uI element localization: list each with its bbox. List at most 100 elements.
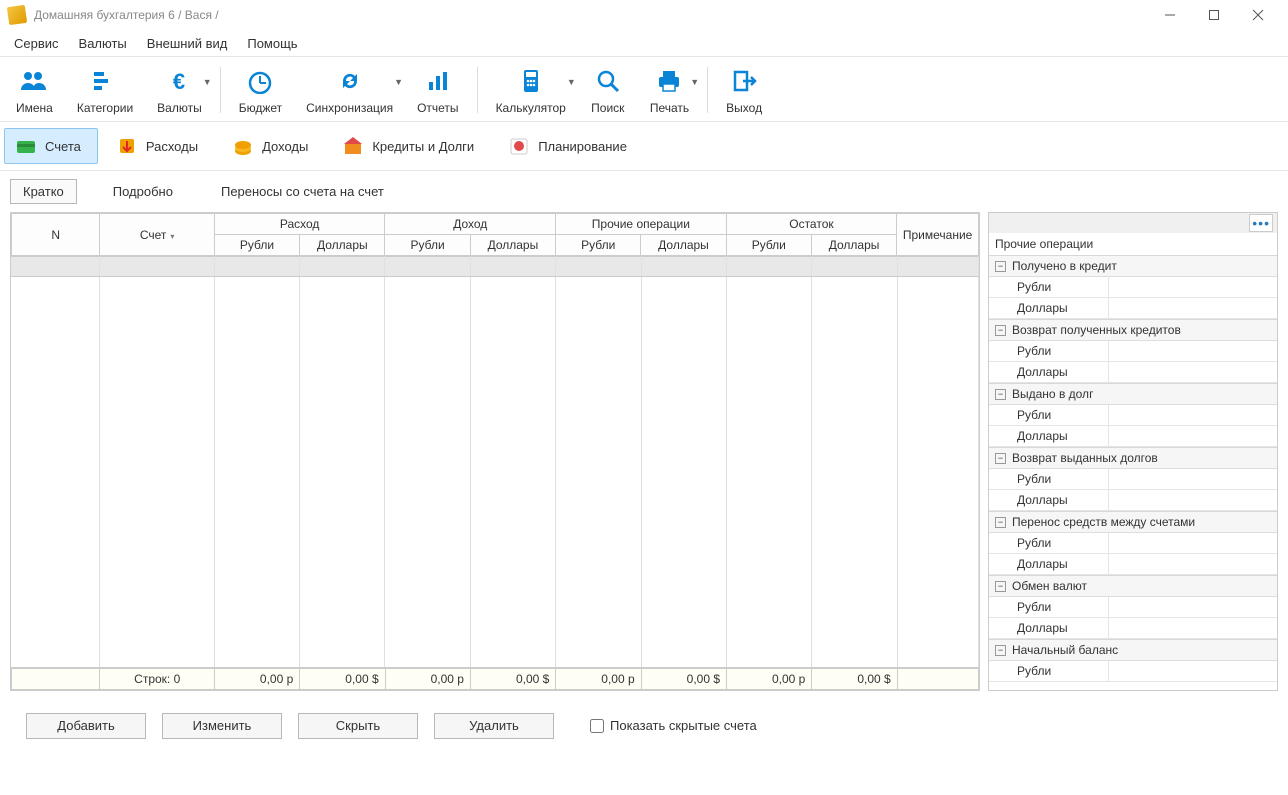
names-icon — [18, 65, 50, 97]
side-group-3[interactable]: −Возврат выданных долгов — [989, 448, 1277, 469]
income-icon — [232, 135, 254, 157]
side-row[interactable]: Доллары — [989, 618, 1277, 639]
toolbar-categories-button[interactable]: Категории — [65, 63, 145, 117]
collapse-icon[interactable]: − — [995, 517, 1006, 528]
calculator-icon — [515, 65, 547, 97]
section-planning[interactable]: Планирование — [498, 129, 643, 163]
side-row[interactable]: Доллары — [989, 426, 1277, 447]
toolbar-exit-button[interactable]: Выход — [714, 63, 774, 117]
menubar: СервисВалютыВнешний видПомощь — [0, 30, 1288, 56]
subcol-4[interactable]: Рубли — [556, 235, 641, 256]
col-expense[interactable]: Расход — [214, 214, 385, 235]
collapse-icon[interactable]: − — [995, 581, 1006, 592]
side-row[interactable]: Рубли — [989, 661, 1277, 682]
section-income[interactable]: Доходы — [222, 129, 324, 163]
footer-val-1: 0,00 $ — [300, 668, 385, 689]
toolbar-print-button[interactable]: Печать▼ — [638, 63, 701, 117]
footer-rows-label: Строк: 0 — [100, 668, 214, 689]
side-row[interactable]: Рубли — [989, 597, 1277, 618]
subcol-6[interactable]: Рубли — [726, 235, 811, 256]
subtab-transfers[interactable]: Переносы со счета на счет — [209, 180, 396, 203]
collapse-icon[interactable]: − — [995, 325, 1006, 336]
toolbar-budget-button[interactable]: Бюджет — [227, 63, 294, 117]
sections-nav: СчетаРасходыДоходыКредиты и ДолгиПланиро… — [0, 122, 1288, 171]
svg-text:€: € — [173, 69, 185, 94]
section-expenses[interactable]: Расходы — [106, 129, 214, 163]
col-account[interactable]: Счет▾ — [100, 214, 214, 256]
col-other[interactable]: Прочие операции — [556, 214, 727, 235]
col-income[interactable]: Доход — [385, 214, 556, 235]
print-icon — [653, 65, 685, 97]
col-n[interactable]: N — [12, 214, 100, 256]
side-group-4[interactable]: −Перенос средств между счетами — [989, 512, 1277, 533]
col-balance[interactable]: Остаток — [726, 214, 897, 235]
categories-icon — [89, 65, 121, 97]
toolbar-names-button[interactable]: Имена — [4, 63, 65, 117]
exit-icon — [728, 65, 760, 97]
show-hidden-checkbox[interactable]: Показать скрытые счета — [590, 718, 757, 733]
side-group-6[interactable]: −Начальный баланс — [989, 640, 1277, 661]
subcol-2[interactable]: Рубли — [385, 235, 470, 256]
side-row[interactable]: Доллары — [989, 298, 1277, 319]
menu-3[interactable]: Помощь — [237, 32, 307, 55]
panel-options-icon[interactable]: ••• — [1249, 214, 1273, 232]
side-group-2[interactable]: −Выдано в долг — [989, 384, 1277, 405]
subcol-7[interactable]: Доллары — [811, 235, 896, 256]
side-row[interactable]: Рубли — [989, 469, 1277, 490]
menu-1[interactable]: Валюты — [69, 32, 137, 55]
toolbar-currencies-button[interactable]: €Валюты▼ — [145, 63, 214, 117]
hide-button[interactable]: Скрыть — [298, 713, 418, 739]
credits-icon — [342, 135, 364, 157]
side-group-5[interactable]: −Обмен валют — [989, 576, 1277, 597]
maximize-button[interactable] — [1192, 1, 1236, 29]
side-row[interactable]: Рубли — [989, 277, 1277, 298]
side-row[interactable]: Доллары — [989, 362, 1277, 383]
search-icon — [592, 65, 624, 97]
footer-val-5: 0,00 $ — [641, 668, 726, 689]
window-title: Домашняя бухгалтерия 6 / Вася / — [34, 8, 1148, 22]
section-accounts[interactable]: Счета — [4, 128, 98, 164]
table-row[interactable] — [11, 257, 979, 277]
minimize-button[interactable] — [1148, 1, 1192, 29]
subcol-1[interactable]: Доллары — [300, 235, 385, 256]
toolbar-search-button[interactable]: Поиск — [578, 63, 638, 117]
side-row[interactable]: Доллары — [989, 490, 1277, 511]
delete-button[interactable]: Удалить — [434, 713, 554, 739]
titlebar: Домашняя бухгалтерия 6 / Вася / — [0, 0, 1288, 30]
menu-0[interactable]: Сервис — [4, 32, 69, 55]
footer-val-6: 0,00 р — [727, 668, 812, 689]
footer-val-7: 0,00 $ — [812, 668, 897, 689]
subtab-brief[interactable]: Кратко — [10, 179, 77, 204]
chevron-down-icon: ▼ — [203, 77, 212, 87]
col-note[interactable]: Примечание — [897, 214, 979, 256]
collapse-icon[interactable]: − — [995, 389, 1006, 400]
subtab-detail[interactable]: Подробно — [101, 180, 185, 203]
close-button[interactable] — [1236, 1, 1280, 29]
subcol-3[interactable]: Доллары — [470, 235, 555, 256]
expenses-icon — [116, 135, 138, 157]
side-row[interactable]: Рубли — [989, 405, 1277, 426]
edit-button[interactable]: Изменить — [162, 713, 282, 739]
chevron-down-icon: ▼ — [690, 77, 699, 87]
side-row[interactable]: Рубли — [989, 533, 1277, 554]
bottom-bar: Добавить Изменить Скрыть Удалить Показат… — [0, 701, 1288, 751]
collapse-icon[interactable]: − — [995, 453, 1006, 464]
footer-val-3: 0,00 $ — [470, 668, 555, 689]
toolbar-reports-button[interactable]: Отчеты — [405, 63, 470, 117]
side-group-0[interactable]: −Получено в кредит — [989, 256, 1277, 277]
accounts-grid: N Счет▾ Расход Доход Прочие операции Ост… — [10, 212, 980, 691]
side-row[interactable]: Доллары — [989, 554, 1277, 575]
section-credits[interactable]: Кредиты и Долги — [332, 129, 490, 163]
collapse-icon[interactable]: − — [995, 261, 1006, 272]
collapse-icon[interactable]: − — [995, 645, 1006, 656]
side-group-1[interactable]: −Возврат полученных кредитов — [989, 320, 1277, 341]
menu-2[interactable]: Внешний вид — [137, 32, 238, 55]
add-button[interactable]: Добавить — [26, 713, 146, 739]
toolbar-sync-button[interactable]: Синхронизация▼ — [294, 63, 405, 117]
toolbar-calculator-button[interactable]: Калькулятор▼ — [484, 63, 578, 117]
side-row[interactable]: Рубли — [989, 341, 1277, 362]
show-hidden-input[interactable] — [590, 719, 604, 733]
subcol-5[interactable]: Доллары — [641, 235, 726, 256]
subtabs: Кратко Подробно Переносы со счета на счет — [0, 171, 1288, 212]
subcol-0[interactable]: Рубли — [214, 235, 299, 256]
